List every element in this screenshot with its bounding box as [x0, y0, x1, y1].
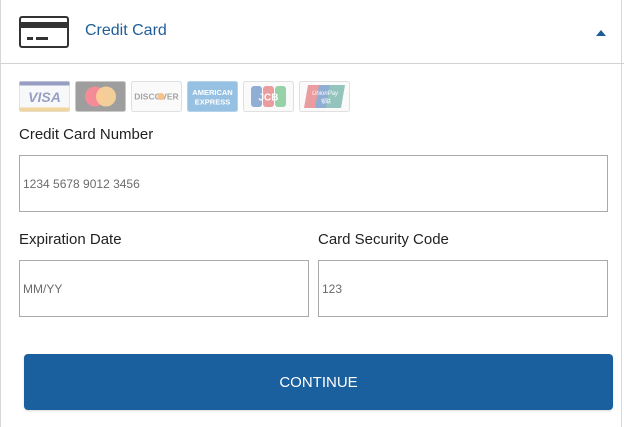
security-code-input[interactable] [318, 260, 608, 317]
credit-card-header[interactable]: Credit Card [1, 0, 624, 64]
card-number-input[interactable] [19, 155, 608, 212]
credit-card-icon [19, 16, 69, 48]
amex-logo: AMERICAN EXPRESS [187, 81, 238, 112]
svg-text:DISCOVER: DISCOVER [134, 92, 178, 102]
svg-text:银联: 银联 [321, 98, 331, 105]
credit-card-panel: Credit Card VISA DISCOVER AMERICAN EXPRE… [0, 0, 624, 427]
svg-text:JCB: JCB [258, 93, 278, 104]
continue-button[interactable]: CONTINUE [24, 354, 613, 410]
unionpay-logo: UnionPay 银联 [299, 81, 350, 112]
svg-text:AMERICAN: AMERICAN [192, 88, 232, 97]
jcb-logo: JCB [243, 81, 294, 112]
card-number-label: Credit Card Number [19, 126, 154, 143]
expiration-date-input[interactable] [19, 260, 309, 317]
payment-method-title: Credit Card [85, 22, 167, 39]
discover-logo: DISCOVER [131, 81, 182, 112]
security-code-label: Card Security Code [318, 231, 449, 248]
mastercard-logo [75, 81, 126, 112]
svg-text:VISA: VISA [28, 89, 61, 105]
expiration-date-label: Expiration Date [19, 231, 122, 248]
visa-logo: VISA [19, 81, 70, 112]
svg-text:UnionPay: UnionPay [312, 91, 339, 97]
svg-text:EXPRESS: EXPRESS [195, 98, 230, 107]
triangle-up-icon[interactable] [593, 27, 609, 39]
